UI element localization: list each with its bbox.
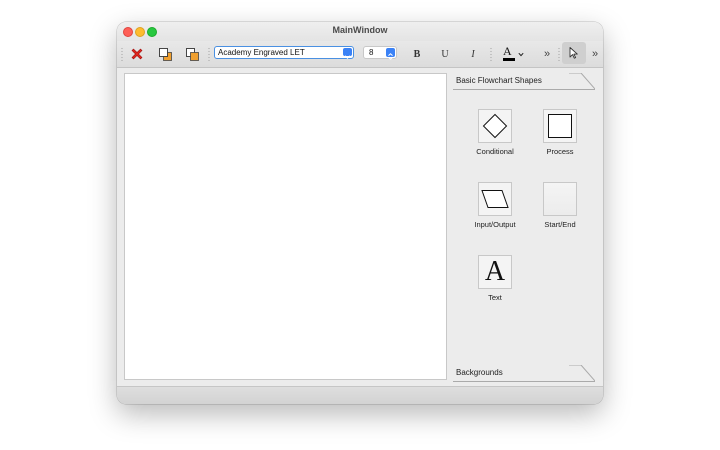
shape-label: Input/Output <box>474 220 516 229</box>
toolbar-overflow-button[interactable]: » <box>540 44 554 64</box>
toolbar-grip[interactable] <box>121 47 123 61</box>
diamond-icon <box>482 113 508 139</box>
text-color-icon: A <box>502 44 518 63</box>
section-label: Basic Flowchart Shapes <box>456 76 542 85</box>
send-to-back-button[interactable] <box>182 44 202 64</box>
bring-to-front-icon <box>158 47 172 61</box>
send-to-back-icon <box>185 47 199 61</box>
underline-button[interactable]: U <box>437 44 453 64</box>
shape-button[interactable]: A <box>478 255 512 289</box>
font-family-select[interactable]: Academy Engraved LET <box>214 46 354 59</box>
toolbar-overflow-button-2[interactable]: » <box>589 44 601 64</box>
toolbar-separator <box>558 47 560 61</box>
text-shape-icon: A <box>484 256 506 287</box>
section-backgrounds[interactable]: Backgrounds <box>453 365 595 382</box>
shape-button[interactable] <box>478 109 512 143</box>
tab-edge <box>569 73 595 89</box>
rounded-rect-icon[interactable] <box>543 182 577 216</box>
pointer-icon <box>569 47 578 59</box>
shape-label: Conditional <box>476 147 514 156</box>
shape-button[interactable] <box>478 182 512 216</box>
italic-button[interactable]: I <box>465 44 481 64</box>
pointer-tool-button[interactable] <box>562 42 586 64</box>
parallelogram-icon <box>481 190 509 208</box>
text-color-glyph: A <box>503 44 512 58</box>
status-bar <box>117 386 603 404</box>
chevron-down-icon <box>518 52 524 56</box>
shapes-panel: Basic Flowchart Shapes Conditional Proce… <box>449 73 599 382</box>
toolbar-separator <box>208 47 210 61</box>
shape-label: Process <box>546 147 574 156</box>
drawing-canvas[interactable] <box>124 73 447 380</box>
font-size-select[interactable]: 8 <box>363 46 397 60</box>
title-bar[interactable]: MainWindow <box>117 22 603 41</box>
font-family-value: Academy Engraved LET <box>218 48 305 57</box>
main-window: MainWindow Academy Engraved LET 8 B U I … <box>117 22 603 404</box>
square-icon <box>548 114 572 138</box>
bold-button[interactable]: B <box>409 44 425 64</box>
section-label: Backgrounds <box>456 368 503 377</box>
toolbar-separator <box>490 47 492 61</box>
dropdown-arrow-icon <box>343 48 352 59</box>
section-basic-flowchart-shapes[interactable]: Basic Flowchart Shapes <box>453 73 595 90</box>
shape-input-output[interactable]: Input/Output <box>468 182 522 229</box>
shape-label: Start/End <box>544 220 576 229</box>
shape-text[interactable]: A Text <box>468 255 522 302</box>
window-title: MainWindow <box>332 25 388 35</box>
delete-icon <box>131 48 143 60</box>
text-color-button[interactable]: A <box>499 44 527 64</box>
bring-to-front-button[interactable] <box>155 44 175 64</box>
tab-edge <box>569 365 595 381</box>
font-size-value: 8 <box>369 48 374 57</box>
shape-button[interactable] <box>543 109 577 143</box>
shape-start-end[interactable]: Start/End <box>533 182 587 229</box>
text-color-swatch <box>503 58 515 61</box>
shape-label: Text <box>488 293 502 302</box>
stepper-arrows-icon <box>386 48 395 60</box>
shape-process[interactable]: Process <box>533 109 587 156</box>
delete-button[interactable] <box>127 44 147 64</box>
toolbar: Academy Engraved LET 8 B U I A » » <box>117 41 603 68</box>
shape-conditional[interactable]: Conditional <box>468 109 522 156</box>
